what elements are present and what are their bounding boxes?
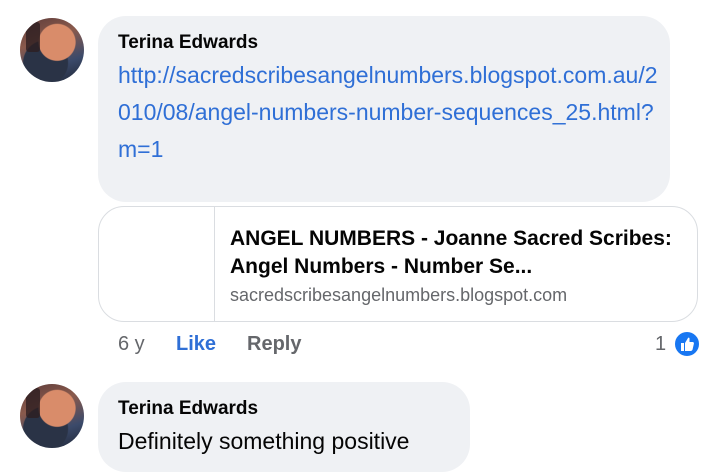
reaction-count[interactable]: 1	[655, 333, 666, 356]
comment-author[interactable]: Terina Edwards	[118, 32, 258, 54]
link-preview-domain: sacredscribesangelnumbers.blogspot.com	[230, 285, 568, 305]
link-preview-card[interactable]: ANGEL NUMBERS - Joanne Sacred Scribes: A…	[98, 206, 698, 322]
comment-text: Definitely something positive	[118, 428, 410, 454]
comment-bubble	[98, 382, 470, 472]
preview-divider	[214, 207, 215, 321]
reply-button[interactable]: Reply	[247, 333, 301, 356]
comment-age[interactable]: 6 y	[118, 333, 145, 356]
comment-link[interactable]: http://sacredscribesangelnumbers.blogspo…	[118, 57, 658, 168]
like-button[interactable]: Like	[176, 333, 216, 356]
avatar[interactable]	[20, 384, 84, 448]
link-preview-title[interactable]: ANGEL NUMBERS - Joanne Sacred Scribes: A…	[230, 225, 680, 281]
avatar[interactable]	[20, 18, 84, 82]
thumbs-up-icon[interactable]	[673, 330, 701, 358]
comment-author[interactable]: Terina Edwards	[118, 398, 258, 420]
